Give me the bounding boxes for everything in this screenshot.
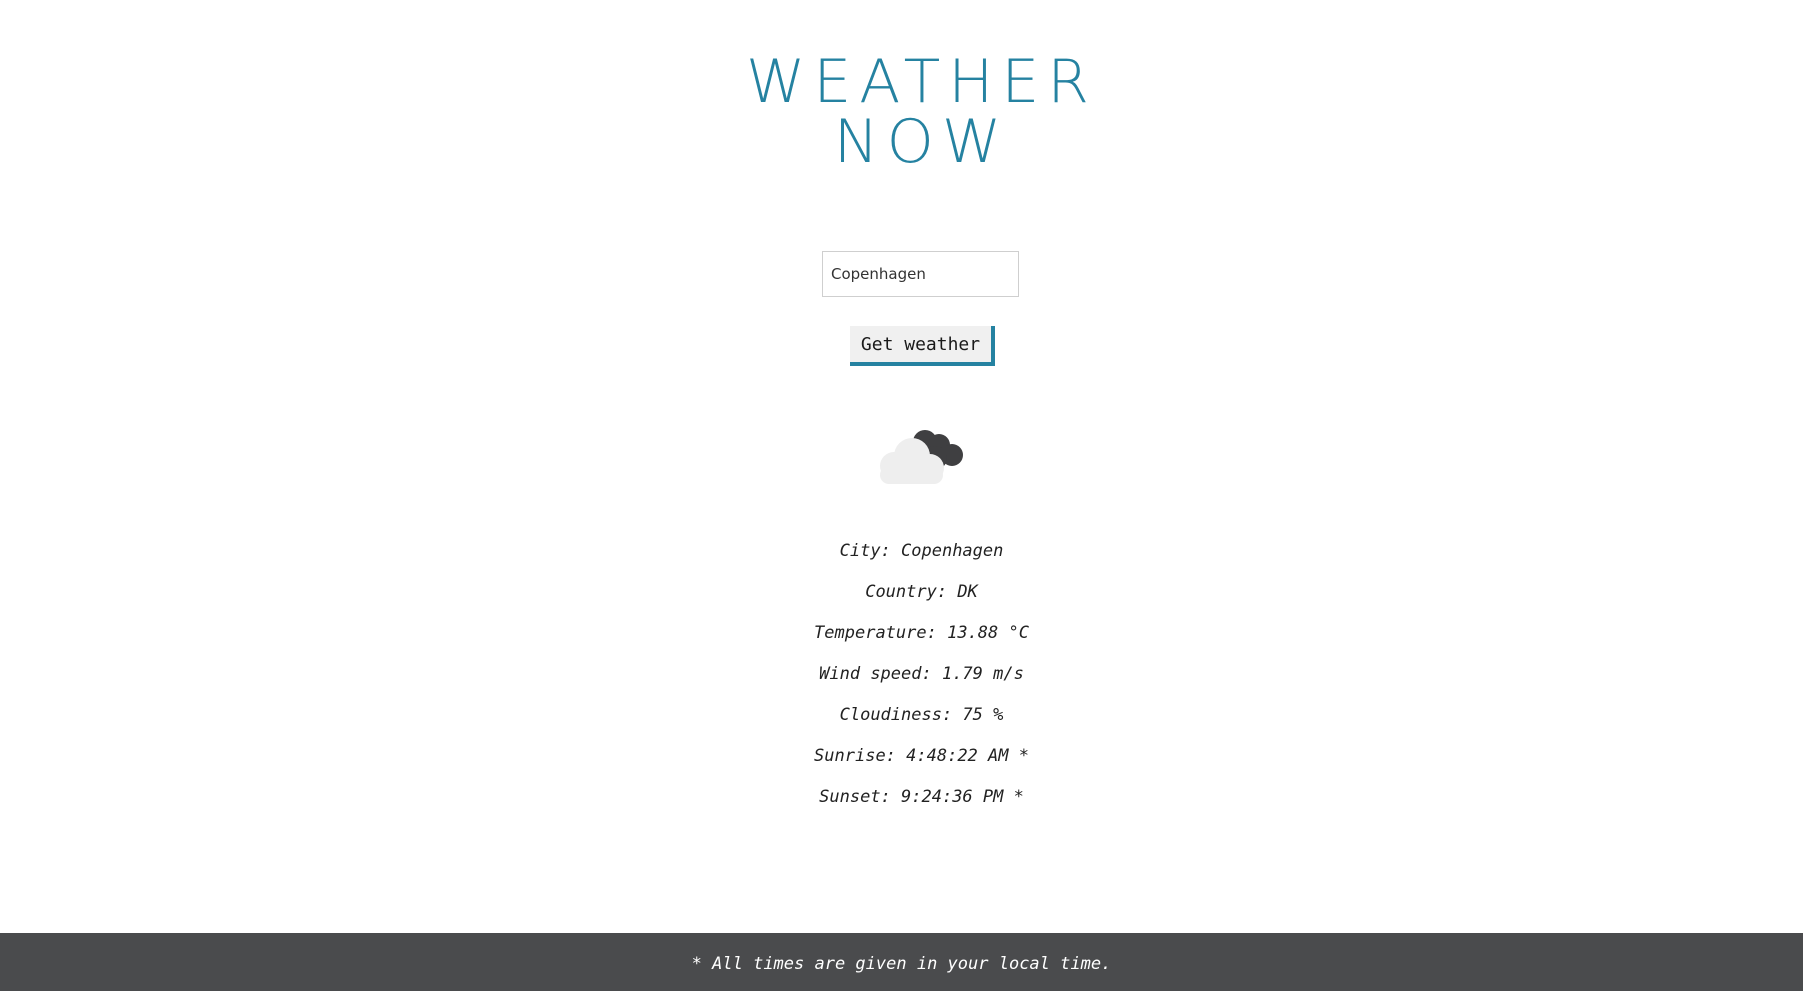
sunrise-info: Sunrise: 4:48:22 AM * bbox=[814, 746, 1029, 766]
temperature-info: Temperature: 13.88 °C bbox=[814, 623, 1029, 643]
city-search-input[interactable] bbox=[822, 251, 1019, 297]
app-title-line-1: WEATHER bbox=[746, 47, 1097, 117]
sunset-info: Sunset: 9:24:36 PM * bbox=[819, 787, 1024, 807]
weather-app: WEATHER NOW Get weather City: Copenhagen… bbox=[0, 0, 1803, 933]
city-info: City: Copenhagen bbox=[839, 541, 1004, 561]
app-title-line-2: NOW bbox=[833, 107, 1010, 177]
country-info: Country: DK bbox=[865, 582, 978, 602]
wind-speed-info: Wind speed: 1.79 m/s bbox=[819, 664, 1024, 684]
local-time-note: * All times are given in your local time… bbox=[691, 954, 1112, 974]
cloudy-icon bbox=[875, 420, 969, 485]
cloudiness-info: Cloudiness: 75 % bbox=[839, 705, 1004, 725]
weather-details: City: Copenhagen Country: DK Temperature… bbox=[0, 540, 1803, 827]
app-title: WEATHER NOW bbox=[0, 52, 1803, 172]
get-weather-button[interactable]: Get weather bbox=[850, 326, 995, 366]
footer: * All times are given in your local time… bbox=[0, 933, 1803, 991]
